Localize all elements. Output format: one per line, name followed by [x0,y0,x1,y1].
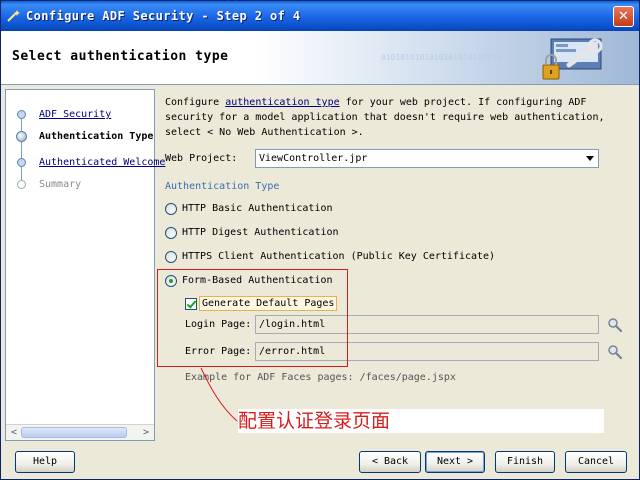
next-button[interactable]: Next > [425,451,485,473]
security-wrench-icon [542,38,603,80]
nav-horizontal-scrollbar[interactable]: < > [6,424,154,440]
step-disabled-icon [17,180,26,189]
close-button[interactable]: ✕ [613,6,634,27]
finish-button[interactable]: Finish [495,451,555,473]
title-bar[interactable]: Configure ADF Security - Step 2 of 4 ✕ [1,1,639,31]
step-authenticated-welcome[interactable]: Authenticated Welcome [6,155,165,173]
step-current-icon [16,131,27,142]
step-label[interactable]: ADF Security [39,109,111,120]
wizard-steps-panel: ADF Security Authentication Type Authent… [5,89,165,441]
close-icon: ✕ [618,9,629,24]
wizard-window: Configure ADF Security - Step 2 of 4 ✕ S… [0,0,640,480]
annotation-arrow [200,367,238,422]
header-binary-decoration: 0101010101010101010101010 [381,53,502,62]
step-done-icon [17,110,26,119]
wizard-icon [7,10,20,22]
step-authentication-type[interactable]: Authentication Type [6,129,154,147]
scroll-left-icon[interactable]: < [7,426,21,440]
step-content: Configure authentication type for your w… [157,89,637,441]
cancel-button[interactable]: Cancel [565,451,627,473]
step-header: Select authentication type 0101010101010… [1,31,639,85]
window-title: Configure ADF Security - Step 2 of 4 [26,9,301,23]
step-label: Authentication Type [39,131,154,142]
scroll-thumb[interactable] [21,427,127,438]
back-button[interactable]: < Back [359,451,421,473]
step-label[interactable]: Authenticated Welcome [39,157,165,168]
page-title: Select authentication type [12,49,229,64]
scroll-right-icon[interactable]: > [139,426,153,440]
step-summary: Summary [6,177,154,195]
annotation-text: 配置认证登录页面 [238,409,604,433]
step-pending-icon [17,158,26,167]
step-adf-security[interactable]: ADF Security [6,107,154,125]
help-button[interactable]: Help [15,451,75,473]
step-label: Summary [39,179,82,190]
